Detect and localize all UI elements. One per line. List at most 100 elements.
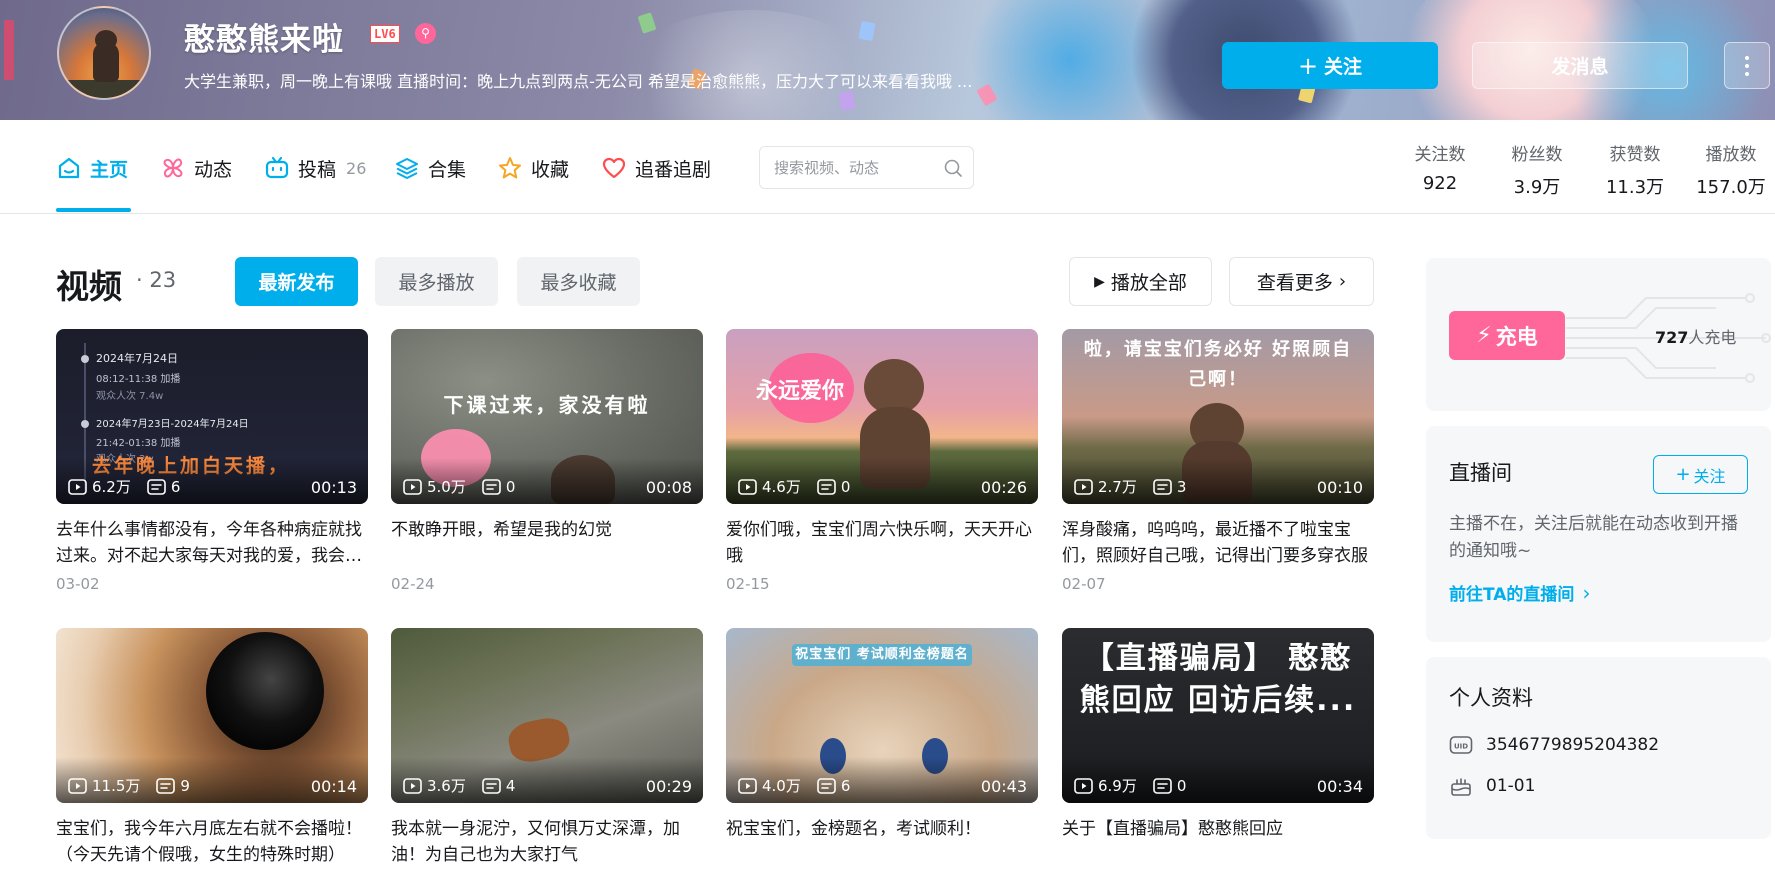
user-sign: 大学生兼职，周一晚上有课哦 直播时间：晚上九点到两点-无公司 希望是治愈熊熊，压… [184,72,973,91]
comment-count-icon [482,777,501,794]
video-title[interactable]: 关于【直播骗局】憨憨熊回应 [1062,816,1374,868]
video-title[interactable]: 爱你们哦，宝宝们周六快乐啊，天天开心哦 [726,517,1038,569]
video-title[interactable]: 浑身酸痛，呜呜呜，最近播不了啦宝宝们，照顾好自己哦，记得出门要多穿衣服 [1062,517,1374,569]
banner-confetti [838,91,856,111]
video-title[interactable]: 宝宝们，我今年六月底左右就不会播啦！（今天先请个假哦，女生的特殊时期） [56,816,368,868]
live-room-title: 直播间 [1449,461,1512,485]
tab-favorites[interactable]: 收藏 [497,150,569,186]
video-thumbnail[interactable]: 【直播骗局】 憨憨熊回应 回访后续... 6.9万 0 00:34 [1062,628,1374,803]
video-thumbnail[interactable]: 啦，请宝宝们务必好 好照顾自己啊！ 2.7万 3 00:10 [1062,329,1374,504]
search-icon[interactable] [943,158,963,178]
more-options-button[interactable] [1724,42,1770,89]
videos-section-title[interactable]: 视频 [56,260,122,308]
comment-count-icon [1153,777,1172,794]
profile-info-title: 个人资料 [1449,686,1533,710]
video-card[interactable]: 祝宝宝们 考试顺利金榜题名 4.0万 6 00:43 祝宝宝们，金榜题名，考试顺… [726,628,1038,868]
star-icon [499,157,521,179]
follow-button[interactable]: + 关注 [1222,42,1438,89]
video-thumbnail[interactable]: 下课过来，家没有啦 5.0万 0 00:08 [391,329,703,504]
home-icon [58,157,80,179]
search-input[interactable] [774,158,943,177]
video-thumbnail[interactable]: 11.5万 9 00:14 [56,628,368,803]
play-count-icon [403,777,422,794]
play-all-button[interactable]: ▶ 播放全部 [1069,257,1212,306]
tab-home[interactable]: 主页 [56,150,128,186]
vip-badge-icon: ⚲ [415,23,436,44]
thumbnail-caption: 永远爱你 [755,379,844,404]
follow-button-label: 关注 [1324,56,1363,78]
stat-following[interactable]: 关注数 922 [1395,140,1485,194]
play-count-icon [1074,777,1093,794]
tab-collections[interactable]: 合集 [394,150,466,186]
pinwheel-icon [163,158,183,178]
charge-button[interactable]: ⚡ 充电 [1449,311,1565,360]
go-to-live-room-link[interactable]: 前往TA的直播间 › [1449,580,1590,606]
video-duration: 00:29 [645,777,692,796]
profile-info-panel: 个人资料 UID 3546779895204382 01-01 [1426,657,1771,839]
lightning-icon: ⚡ [1476,323,1492,348]
chevron-right-icon: › [1338,271,1347,292]
video-date: 02-07 [1062,575,1106,593]
video-card[interactable]: 【直播骗局】 憨憨熊回应 回访后续... 6.9万 0 00:34 关于【直播骗… [1062,628,1374,868]
thumb-text-line: 2024年7月24日 [96,352,178,365]
video-duration: 00:34 [1316,777,1363,796]
video-thumbnail[interactable]: 祝宝宝们 考试顺利金榜题名 4.0万 6 00:43 [726,628,1038,803]
video-card[interactable]: 永远爱你 4.6万 0 00:26 爱你们哦，宝宝们周六快乐啊，天天开心哦 02… [726,329,1038,593]
play-count-icon [68,478,87,495]
uid-value: 3546779895204382 [1486,735,1660,755]
video-card[interactable]: 2024年7月24日 08:12-11:38 加播 观众人次 7.4w 2024… [56,329,368,593]
video-title[interactable]: 我本就一身泥泞，又何惧万丈深潭，加油！为自己也为大家打气 [391,816,703,868]
video-duration: 00:08 [645,478,692,497]
play-icon: ▶ [1094,273,1105,290]
heart-icon [602,157,626,179]
charge-panel: ⚡ 充电 727人充电 [1426,258,1771,411]
search-box[interactable] [759,146,974,189]
thumbnail-caption: 下课过来，家没有啦 [443,393,651,417]
user-name: 憨憨熊来啦 [184,22,344,58]
see-more-button[interactable]: 查看更多 › [1229,257,1374,306]
video-thumbnail[interactable]: 3.6万 4 00:29 [391,628,703,803]
active-tab-indicator [56,208,131,212]
video-card[interactable]: 11.5万 9 00:14 宝宝们，我今年六月底左右就不会播啦！（今天先请个假哦… [56,628,368,868]
video-duration: 00:14 [310,777,357,796]
message-button[interactable]: 发消息 [1472,42,1688,89]
video-card[interactable]: 下课过来，家没有啦 5.0万 0 00:08 不敢睁开眼，希望是我的幻觉 02-… [391,329,703,593]
banner-confetti [637,12,657,34]
charge-count: 727人充电 [1655,328,1737,347]
filter-most-played-button[interactable]: 最多播放 [375,257,498,306]
live-follow-button[interactable]: + 关注 [1653,455,1748,494]
play-count-icon [1074,478,1093,495]
video-title[interactable]: 不敢睁开眼，希望是我的幻觉 [391,517,703,569]
uid-icon: UID [1449,736,1473,754]
video-duration: 00:43 [980,777,1027,796]
filter-latest-button[interactable]: 最新发布 [235,257,358,306]
tab-uploads[interactable]: 投稿 26 [264,150,366,186]
uploads-count: 26 [346,158,367,178]
stat-likes: 获赞数 11.3万 [1605,145,1665,198]
level-badge: LV6 [370,25,400,43]
video-duration: 00:13 [310,478,357,497]
avatar[interactable] [57,6,151,100]
video-card[interactable]: 3.6万 4 00:29 我本就一身泥泞，又何惧万丈深潭，加油！为自己也为大家打… [391,628,703,868]
tab-dynamic[interactable]: 动态 [160,150,232,186]
comment-count-icon [482,478,501,495]
thumb-text-line: 08:12-11:38 加播 [96,374,181,385]
tv-icon [265,156,289,179]
video-thumbnail[interactable]: 永远爱你 4.6万 0 00:26 [726,329,1038,504]
video-card[interactable]: 啦，请宝宝们务必好 好照顾自己啊！ 2.7万 3 00:10 浑身酸痛，呜呜呜，… [1062,329,1374,593]
banner-confetti [4,20,14,80]
video-title[interactable]: 去年什么事情都没有，今年各种病症就找过来。对不起大家每天对我的爱，我会努力的！ [56,517,368,569]
thumb-text-line: 2024年7月23日-2024年7月24日 [96,419,249,430]
play-count-icon [738,777,757,794]
video-title[interactable]: 祝宝宝们，金榜题名，考试顺利！ [726,816,1038,868]
filter-most-favorited-button[interactable]: 最多收藏 [517,257,640,306]
live-room-description: 主播不在，关注后就能在动态收到开播的通知哦~ [1449,514,1738,561]
thumbnail-caption: 啦，请宝宝们务必好 好照顾自己啊！ [1083,339,1353,390]
video-thumbnail[interactable]: 2024年7月24日 08:12-11:38 加播 观众人次 7.4w 2024… [56,329,368,504]
birthday-row: 01-01 [1449,775,1535,797]
thumbnail-caption: 祝宝宝们 考试顺利金榜题名 [792,644,972,666]
birthday-cake-icon [1451,778,1471,796]
stat-fans[interactable]: 粉丝数 3.9万 [1492,140,1582,199]
comment-count-icon [817,777,836,794]
tab-bangumi[interactable]: 追番追剧 [601,150,711,186]
